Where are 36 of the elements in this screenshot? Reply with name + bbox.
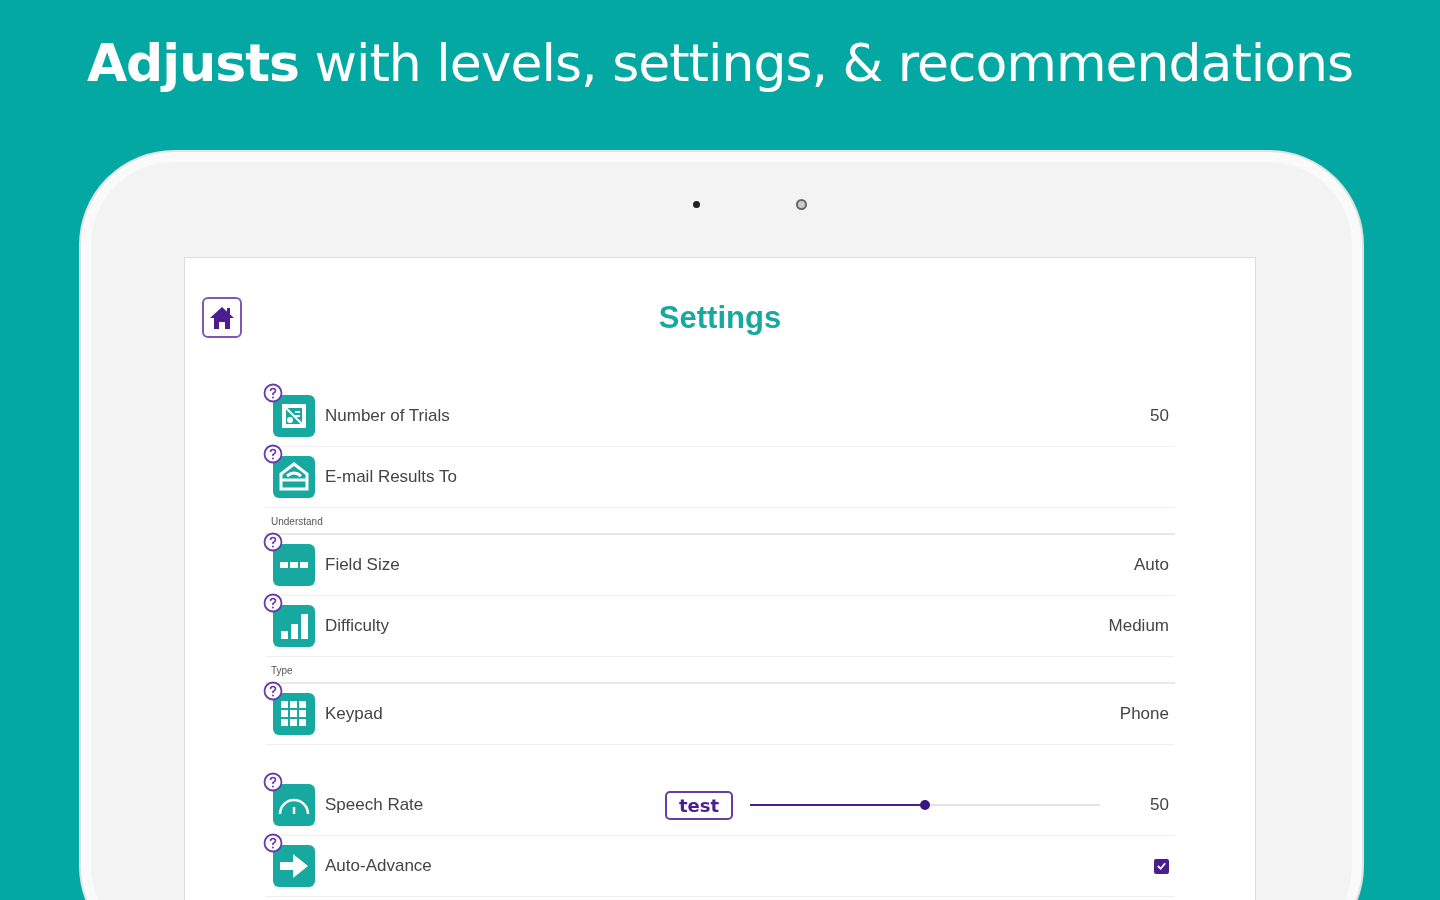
setting-label: Keypad [325,704,384,724]
help-icon[interactable] [263,833,283,853]
headline: Adjusts with levels, settings, & recommendations [86,32,1354,95]
setting-label: Auto-Advance [325,856,433,876]
section-header: Understand [265,508,1175,535]
slider-thumb[interactable] [920,800,931,810]
dots-icon [273,544,315,586]
help-icon[interactable] [263,532,283,552]
setting-value: Auto [1134,555,1169,575]
setting-value: Medium [1108,616,1169,636]
gauge-icon [273,784,315,826]
help-icon[interactable] [263,772,283,792]
sensor-icon [693,201,700,208]
help-icon[interactable] [263,444,283,464]
setting-label: E-mail Results To [325,467,458,487]
setting-label: Number of Trials [325,406,451,426]
test-button[interactable]: test [664,790,734,820]
checkbox[interactable] [1154,858,1169,874]
setting-value: 50 [1150,406,1169,426]
help-icon[interactable] [263,383,283,403]
setting-label: Field Size [325,555,401,575]
setting-label: Difficulty [325,616,390,636]
keypad-icon [273,693,315,735]
camera-icon [796,199,807,210]
check-icon [1156,860,1167,872]
section-header: Type [265,657,1175,684]
home-icon [209,305,235,330]
setting-label: Speech Rate [325,795,425,815]
help-icon[interactable] [263,593,283,613]
help-icon[interactable] [263,681,283,701]
bars-icon [273,605,315,647]
setting-value: 50 [1150,795,1169,815]
setting-value: Phone [1119,704,1169,724]
home-button[interactable] [202,297,242,338]
envelope-icon [273,456,315,498]
screen-title: Settings [658,300,782,337]
